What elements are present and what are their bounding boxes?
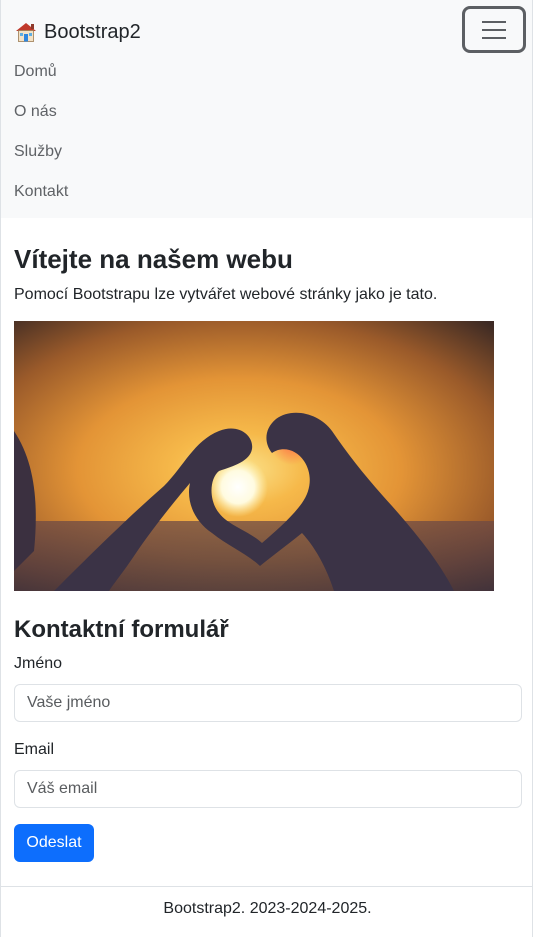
navbar: Bootstrap2 Domů O nás Služby Kontakt — [1, 0, 532, 218]
nav-item-o-nas[interactable]: O nás — [14, 92, 68, 132]
nav-item-domu[interactable]: Domů — [14, 52, 68, 92]
house-icon — [16, 23, 36, 42]
name-label: Jméno — [14, 655, 63, 672]
page: Bootstrap2 Domů O nás Služby Kontakt Vít… — [0, 0, 533, 937]
name-input[interactable] — [14, 684, 522, 722]
footer: Bootstrap2. 2023-2024-2025. — [1, 886, 532, 937]
nav-item-kontakt[interactable]: Kontakt — [14, 172, 68, 212]
footer-text: Bootstrap2. 2023-2024-2025. — [163, 900, 372, 917]
email-label: Email — [14, 741, 55, 758]
hero-text: Pomocí Bootstrapu lze vytvářet webové st… — [14, 286, 438, 303]
submit-button[interactable]: Odeslat — [14, 824, 94, 862]
nav-list: Domů O nás Služby Kontakt — [14, 52, 68, 212]
form-title: Kontaktní formulář — [14, 616, 229, 643]
nav-item-sluzby[interactable]: Služby — [14, 132, 68, 172]
navbar-toggler-button[interactable] — [462, 6, 526, 53]
brand-text: Bootstrap2 — [44, 21, 141, 43]
email-input[interactable] — [14, 770, 522, 808]
hero-title: Vítejte na našem webu — [14, 244, 293, 274]
hamburger-menu-icon — [482, 20, 506, 39]
navbar-brand[interactable]: Bootstrap2 — [14, 18, 141, 46]
sunset-heart-hands-image — [14, 321, 494, 591]
